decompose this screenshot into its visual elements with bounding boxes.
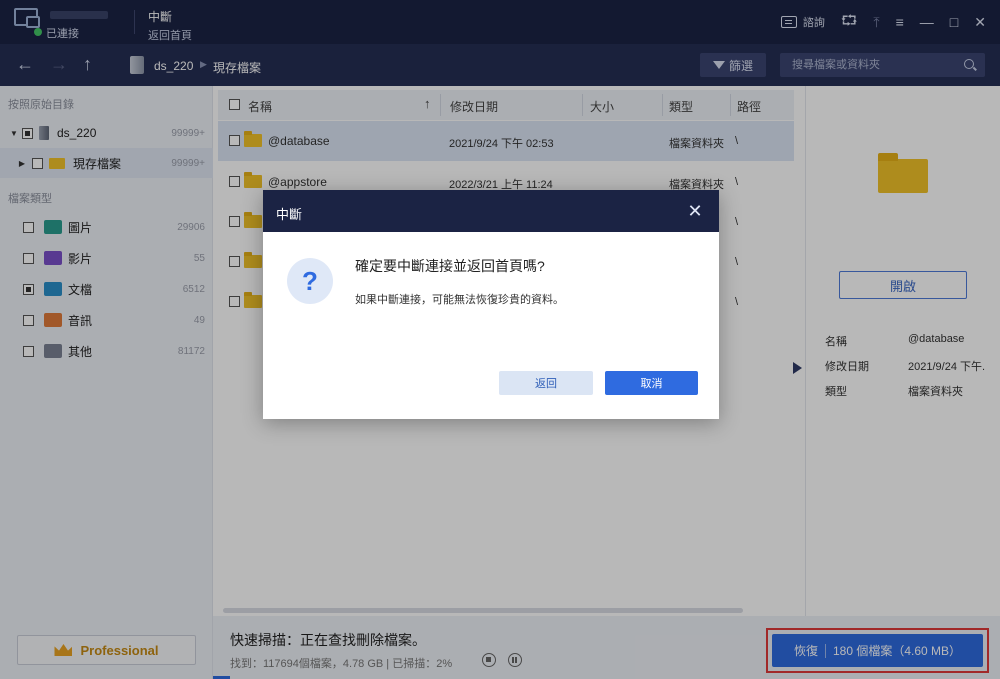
back-button[interactable]: 返回 <box>499 371 593 395</box>
dialog-heading: 確定要中斷連接並返回首頁嗎? <box>355 258 545 274</box>
dialog-message: 如果中斷連接，可能無法恢復珍貴的資料。 <box>355 294 564 306</box>
close-icon[interactable]: ✕ <box>683 199 707 223</box>
cancel-button[interactable]: 取消 <box>605 371 698 395</box>
disconnect-dialog: 中斷 ✕ ? 確定要中斷連接並返回首頁嗎? 如果中斷連接，可能無法恢復珍貴的資料… <box>263 190 719 419</box>
dialog-title: 中斷 <box>276 207 303 222</box>
question-icon: ? <box>287 258 333 304</box>
dialog-header: 中斷 ✕ <box>263 190 719 232</box>
